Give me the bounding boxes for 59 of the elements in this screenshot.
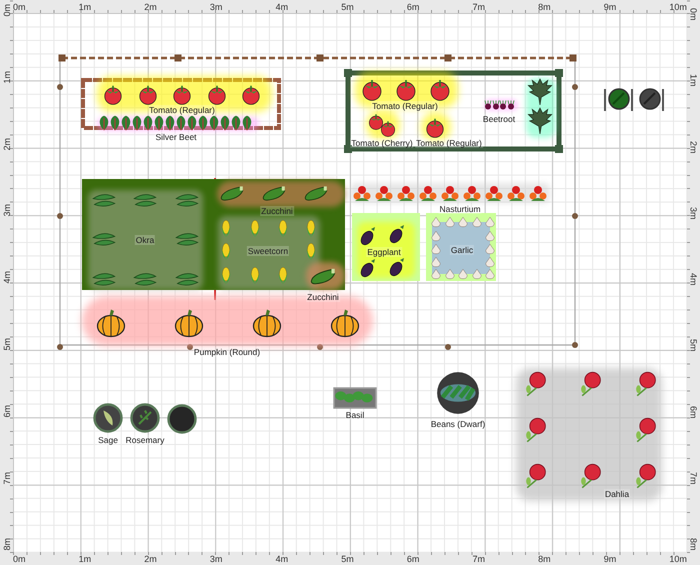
ruler-label: 5m [341,2,354,12]
plant-label: Beans (Dwarf) [430,419,486,429]
plant-label: Nasturtium [438,204,482,214]
ruler-label: 4m [276,554,288,564]
ruler-label: 7m [472,554,485,564]
plant-label: Zucchini [306,292,340,302]
plant-label: Sweetcorn [246,246,290,256]
ruler-label: 4m [2,271,12,284]
plant-label: Zucchini [260,206,294,216]
plant-label: Okra [134,235,156,245]
ruler-label: 10m [669,554,687,564]
ruler-label: 9m [604,2,616,12]
ruler-label: 2m [2,138,12,150]
ruler-label: 0m [688,8,698,21]
ruler-label: 3m [210,554,222,564]
ruler-label: 7m [472,2,485,12]
ruler-label: 2m [144,554,157,564]
ruler-label: 2m [688,140,698,154]
ruler-label: 5m [688,339,698,352]
ruler-label: 6m [406,2,420,12]
ruler-label: 0m [2,4,12,17]
plant-label: Tomato (Regular) [148,105,216,115]
ruler-label: 5m [2,338,12,350]
plant-label: Rosemary [124,435,166,445]
ruler-label: 0m [13,554,26,564]
plant-label: Basil [344,410,366,420]
plant-label: Tomato (Regular) [415,138,483,148]
ruler-label: 1m [688,74,698,87]
ruler-label: 1m [2,70,12,84]
plant-label: Dahlia [604,489,630,499]
ruler-label: 8m [2,538,12,551]
plant-label: Tomato (Regular) [371,101,439,111]
plant-label: Eggplant [366,247,402,257]
ruler-label: 4m [276,2,288,12]
ruler-label: 6m [2,404,12,418]
ruler-label: 7m [2,472,12,484]
plant-label: Beetroot [482,114,516,124]
ruler-label: 10m [669,2,687,12]
ruler-label: 6m [688,406,698,418]
ruler-label: 3m [688,206,698,220]
plant-label: Garlic [450,245,474,255]
ruler-label: 2m [144,2,157,12]
ruler-label: 1m [78,2,92,12]
ruler-label: 6m [406,554,420,564]
ruler-label: 8m [538,2,551,12]
ruler-label: 5m [341,554,354,564]
ruler-label: 3m [210,2,222,12]
plant-label: Sage [97,435,119,445]
ruler-label: 8m [688,538,698,551]
ruler-label: 3m [2,204,12,217]
ruler-label: 4m [688,273,698,286]
ruler-label: 1m [78,554,92,564]
ruler-label: 9m [604,554,616,564]
plant-label: Pumpkin (Round) [192,347,262,357]
ruler-label: 8m [538,554,551,564]
ruler-label: 0m [13,2,26,12]
ruler-label: 7m [688,472,698,485]
plant-label: Tomato (Cherry) [350,138,414,148]
plant-label: Silver Beet [154,132,198,142]
